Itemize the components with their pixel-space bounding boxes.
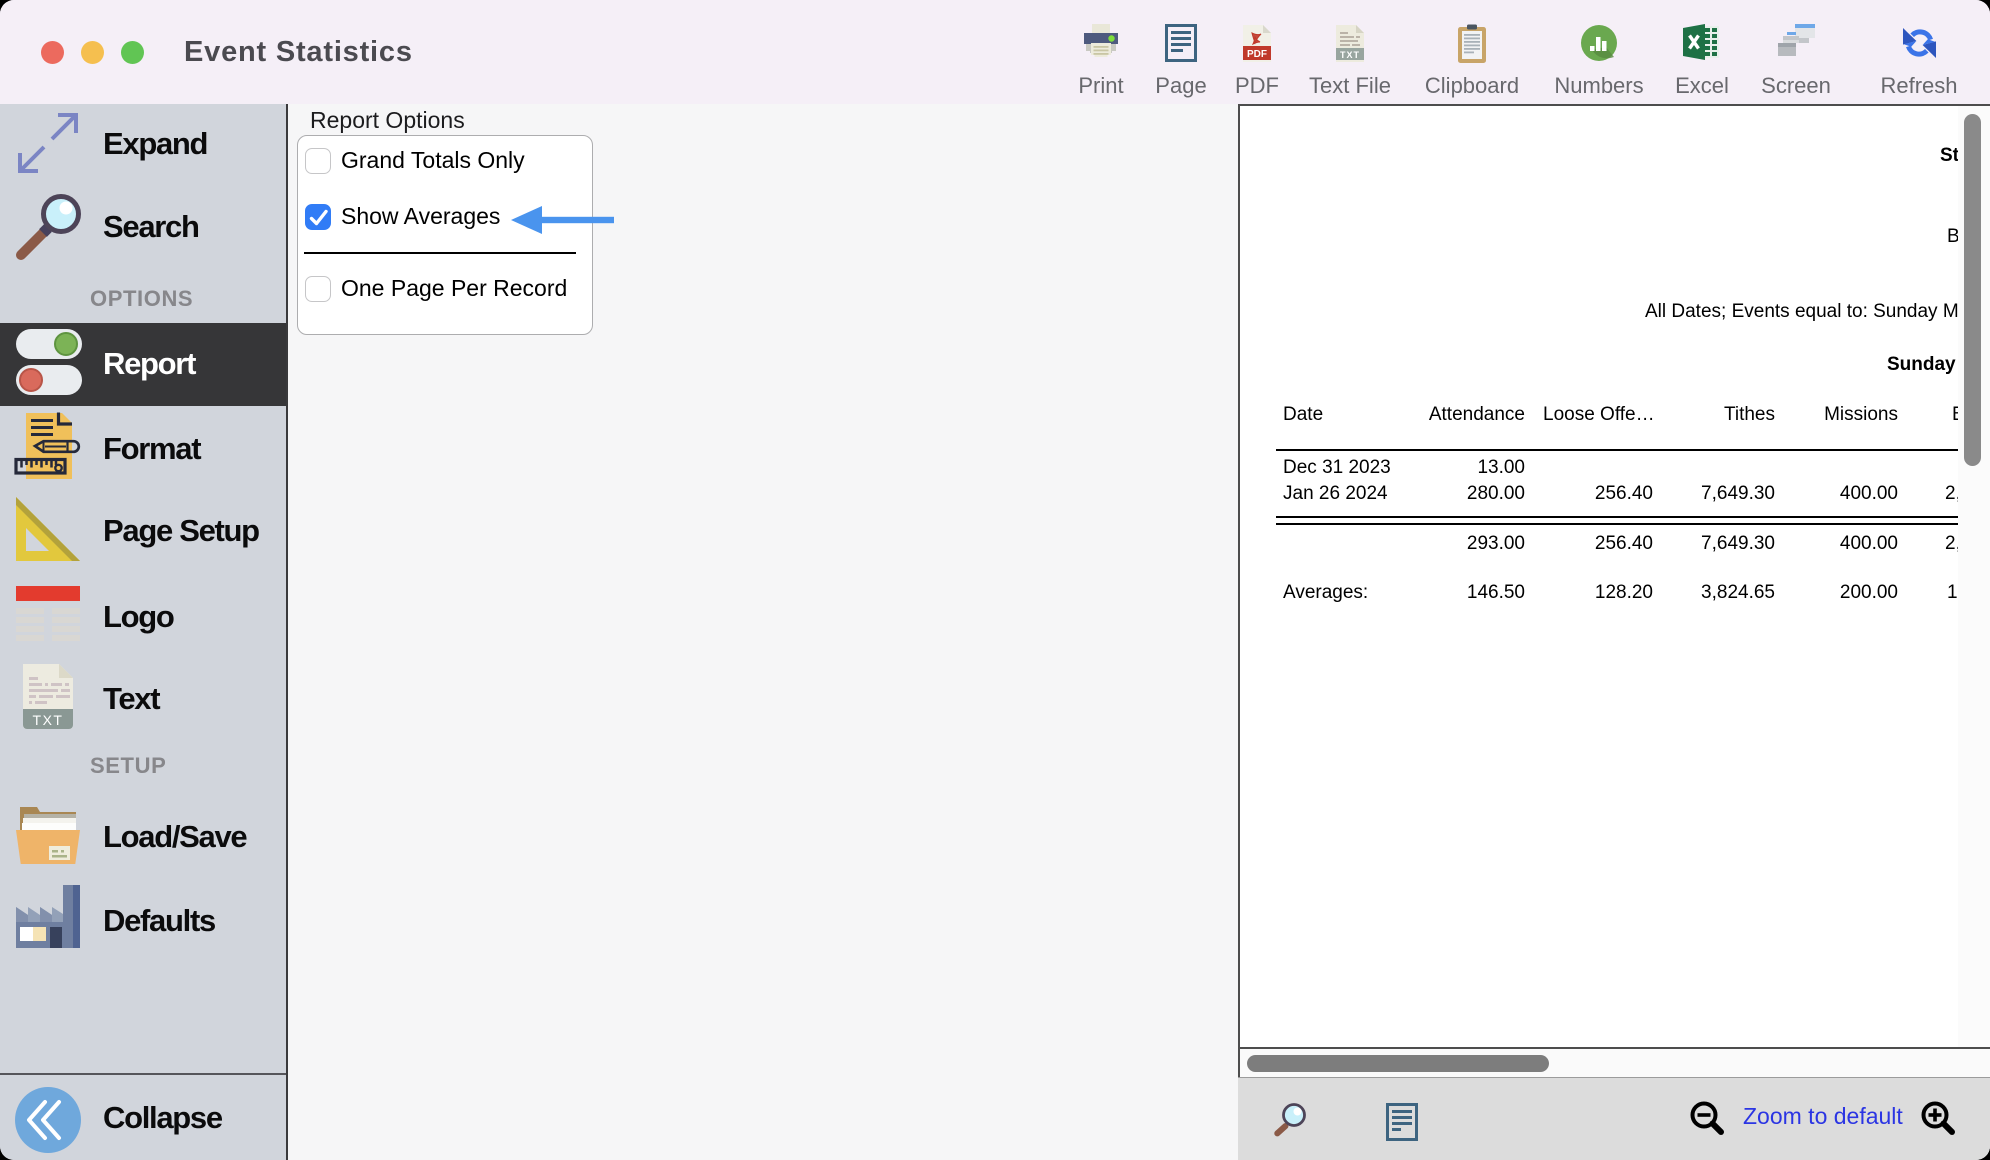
svg-text:PDF: PDF bbox=[1247, 49, 1267, 60]
svg-text:TXT: TXT bbox=[33, 712, 64, 728]
svg-text:TXT: TXT bbox=[1340, 50, 1360, 60]
